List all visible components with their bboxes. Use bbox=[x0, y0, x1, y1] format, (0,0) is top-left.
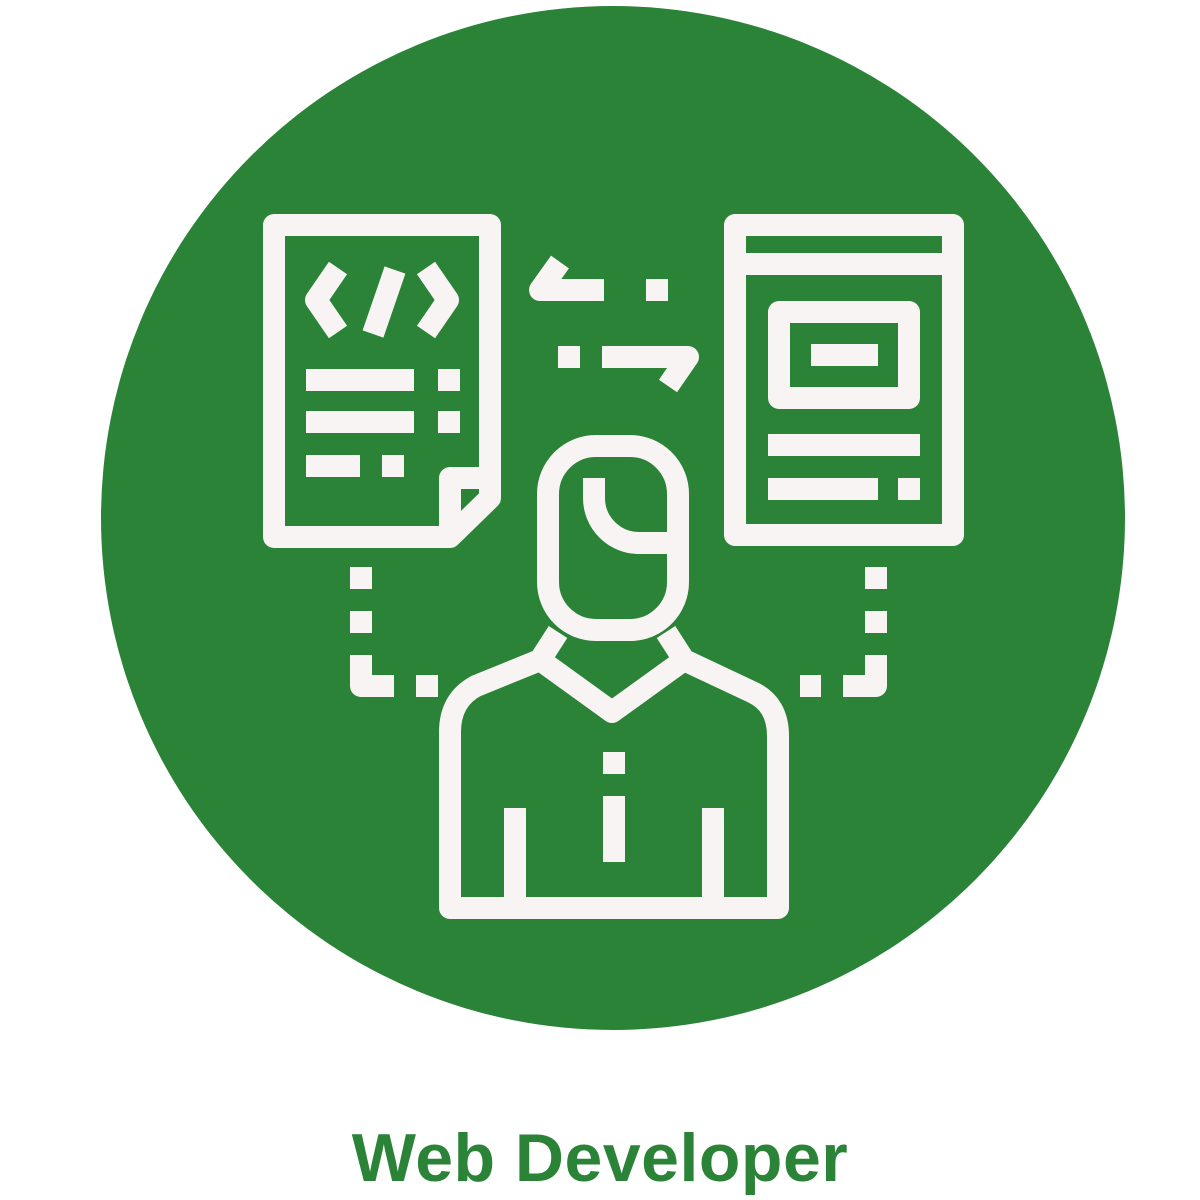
web-developer-badge bbox=[101, 6, 1125, 1030]
badge-circle bbox=[101, 6, 1125, 1030]
role-title: Web Developer bbox=[351, 1120, 849, 1196]
